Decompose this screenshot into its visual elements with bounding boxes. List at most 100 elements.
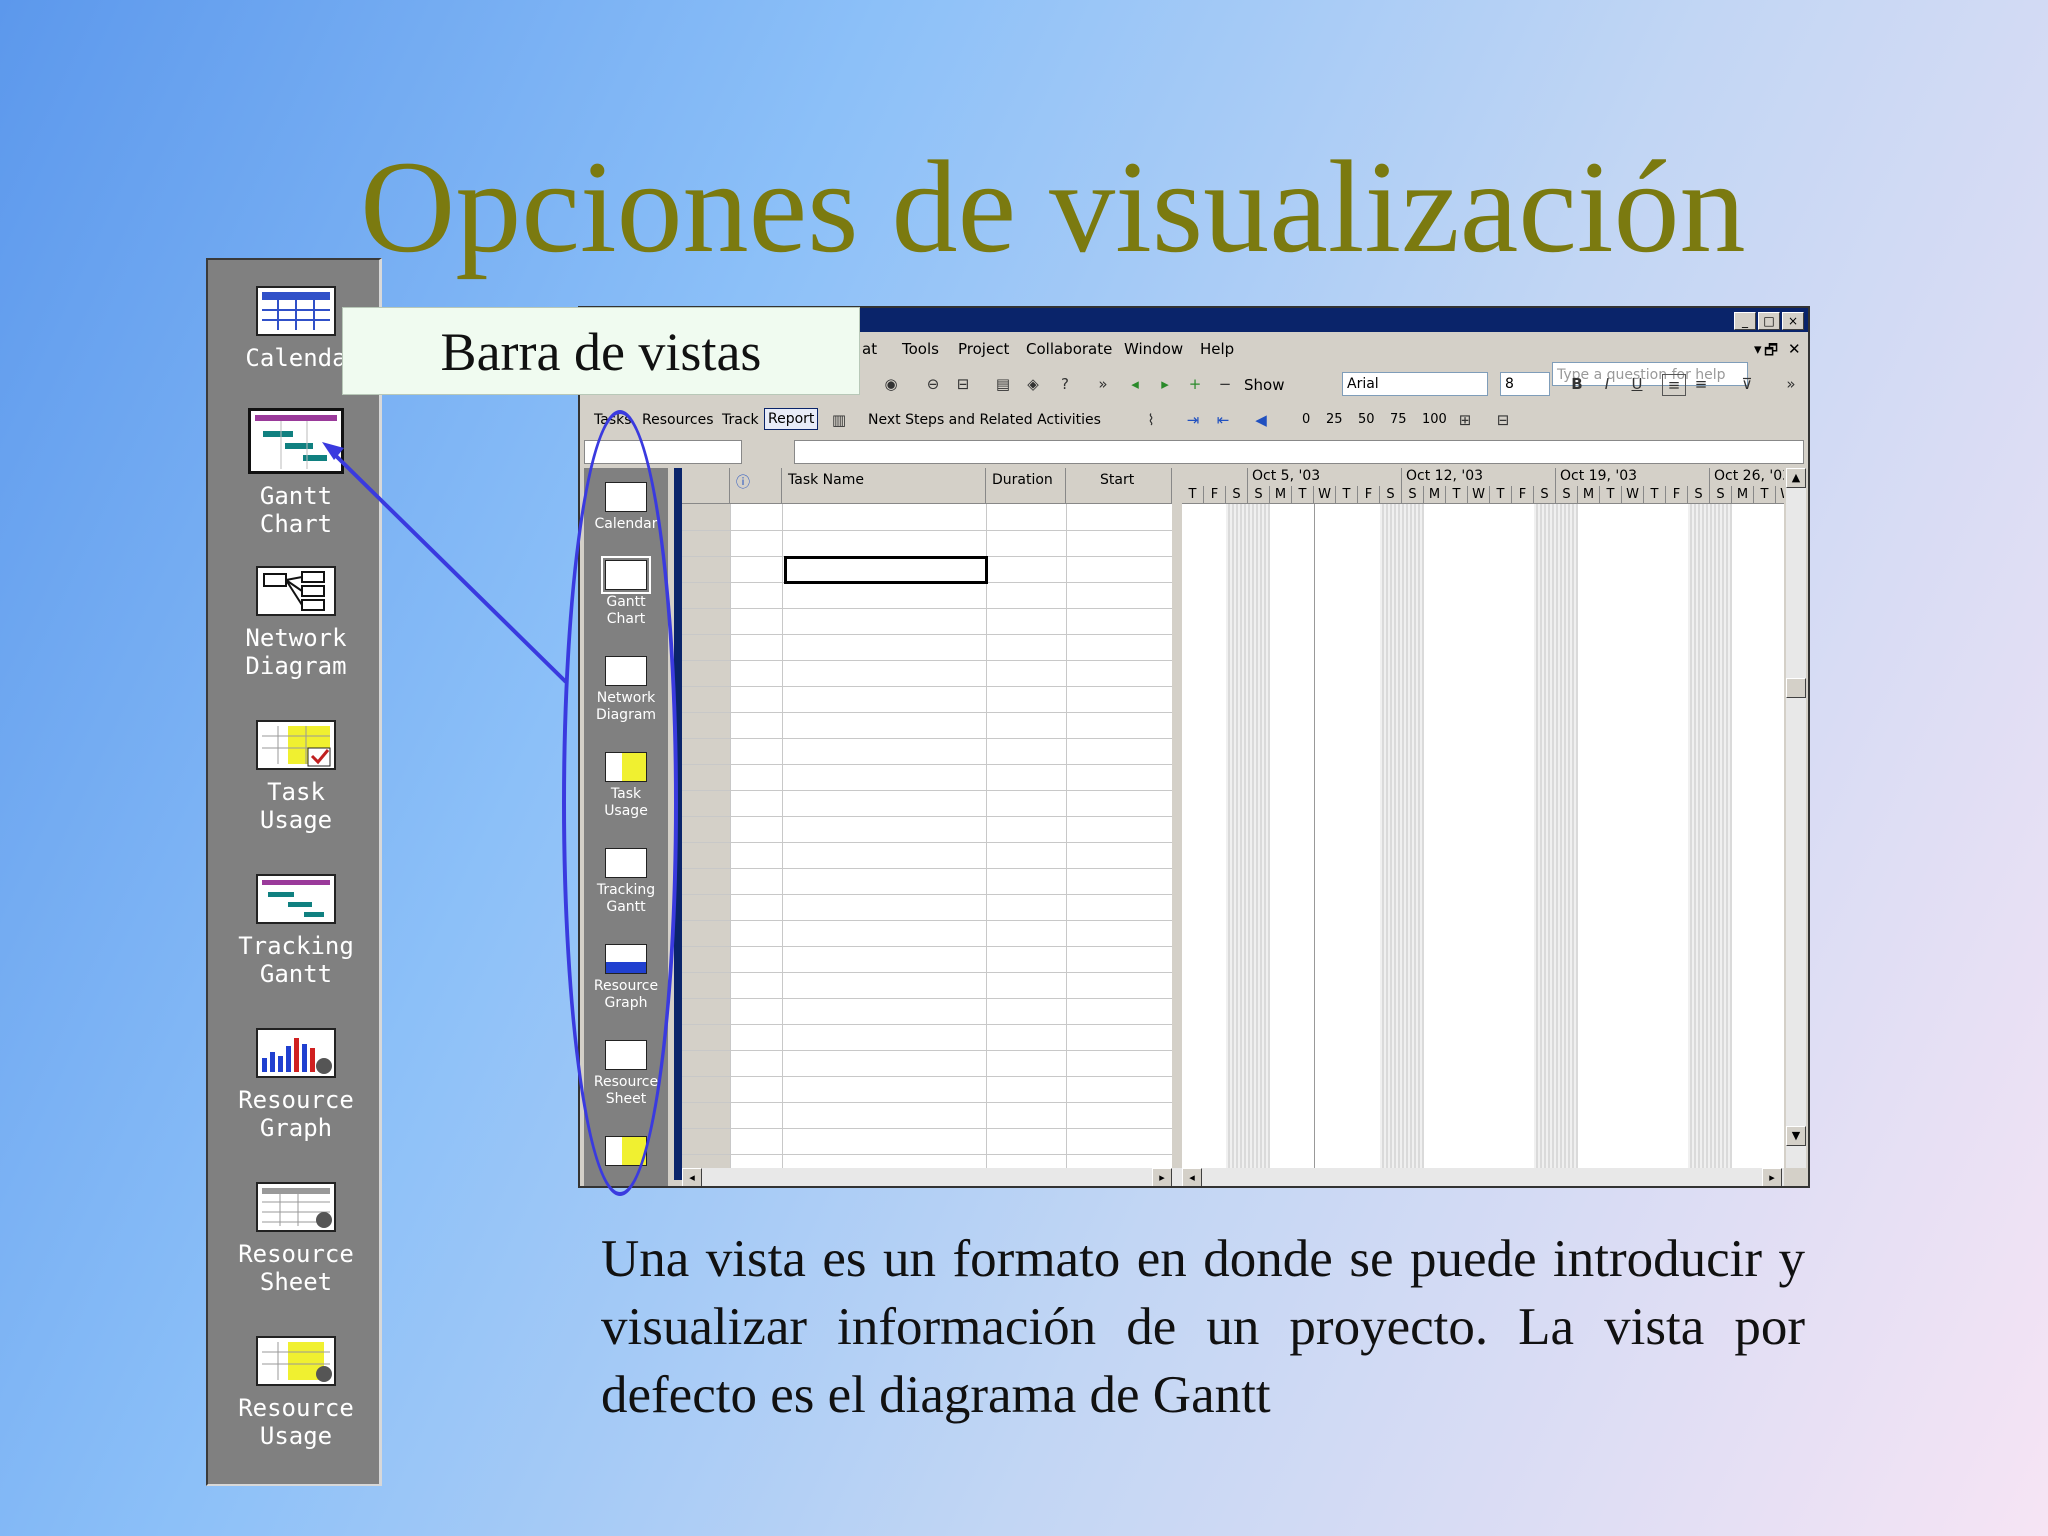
day-scale: TFSSMTWTFSSMTWTFSSMTWTFSSMTW xyxy=(1182,486,1784,504)
pct-100-button[interactable]: 100 xyxy=(1422,412,1447,427)
next-steps-dropdown[interactable]: Next Steps and Related Activities xyxy=(868,412,1101,428)
day-cell: T xyxy=(1182,486,1204,504)
entry-input[interactable] xyxy=(794,440,1804,464)
minimize-button[interactable]: _ xyxy=(1734,312,1756,330)
info-icon: ⓘ xyxy=(730,468,782,504)
task-bar-icon[interactable]: ⇥ xyxy=(1182,410,1204,430)
unlink-icon[interactable]: ⊟ xyxy=(952,374,974,394)
resource-usage-icon xyxy=(256,1336,336,1386)
show-dropdown[interactable]: Show xyxy=(1244,376,1284,394)
task-info-icon[interactable]: ▤ xyxy=(992,374,1014,394)
day-cell: F xyxy=(1204,486,1226,504)
scroll-down-button[interactable]: ▼ xyxy=(1786,1126,1806,1146)
menu-tools[interactable]: Tools xyxy=(902,340,939,358)
sheet-scroll-left[interactable]: ◂ xyxy=(682,1168,702,1186)
day-cell: W xyxy=(1776,486,1784,504)
globe-icon[interactable]: ◉ xyxy=(880,374,902,394)
notes-icon[interactable]: ◈ xyxy=(1022,374,1044,394)
task-bar-icon-2[interactable]: ⇤ xyxy=(1212,410,1234,430)
more-icon[interactable]: » xyxy=(1092,374,1114,394)
sheet-scroll-right[interactable]: ▸ xyxy=(1152,1168,1172,1186)
day-cell: W xyxy=(1314,486,1336,504)
assign-icon[interactable]: ⊟ xyxy=(1492,410,1514,430)
dropdown-arrow-icon[interactable]: ▾ xyxy=(1754,340,1762,358)
week-oct-12: Oct 12, '03 xyxy=(1402,468,1556,486)
pct-25-button[interactable]: 25 xyxy=(1326,412,1343,427)
view-network-diagram[interactable]: Network Diagram xyxy=(208,566,379,680)
col-start[interactable]: Start xyxy=(1066,468,1172,504)
week-oct-26: Oct 26, '03 xyxy=(1710,468,1784,486)
pct-50-button[interactable]: 50 xyxy=(1358,412,1375,427)
maximize-button[interactable]: □ xyxy=(1758,312,1780,330)
day-cell: S xyxy=(1226,486,1248,504)
more-icon-2[interactable]: » xyxy=(1780,374,1802,394)
menu-window[interactable]: Window xyxy=(1124,340,1183,358)
day-cell: M xyxy=(1270,486,1292,504)
restore-icon[interactable]: 🗗 xyxy=(1764,340,1778,365)
guide-track-button[interactable]: Track xyxy=(722,412,759,428)
scroll-thumb[interactable] xyxy=(1786,678,1806,698)
progress-line-icon[interactable]: ⌇ xyxy=(1140,410,1162,430)
menu-collaborate[interactable]: Collaborate xyxy=(1026,340,1112,358)
slide-body-text: Una vista es un formato en donde se pued… xyxy=(601,1230,1805,1424)
hide-subtasks-icon[interactable]: − xyxy=(1214,374,1236,394)
guide-resources-button[interactable]: Resources xyxy=(642,412,714,428)
italic-button[interactable]: I xyxy=(1596,374,1618,394)
view-tracking-gantt[interactable]: Tracking Gantt xyxy=(208,874,379,988)
day-cell: S xyxy=(1556,486,1578,504)
underline-button[interactable]: U xyxy=(1626,374,1648,394)
speaker-icon[interactable]: ◀ xyxy=(1250,410,1272,430)
guide-pane-icon[interactable]: ▥ xyxy=(828,410,850,430)
view-gantt-chart[interactable]: Gantt Chart xyxy=(208,408,379,538)
day-cell: S xyxy=(1534,486,1556,504)
resource-graph-icon xyxy=(256,1028,336,1078)
view-resource-graph[interactable]: Resource Graph xyxy=(208,1028,379,1142)
project-guide-toolbar: Tasks Resources Track Report ▥ Next Step… xyxy=(580,404,1808,436)
gantt-scroll-left[interactable]: ◂ xyxy=(1182,1168,1202,1186)
update-icon[interactable]: ⊞ xyxy=(1454,410,1476,430)
outdent-icon[interactable]: ◂ xyxy=(1124,374,1146,394)
row-headers xyxy=(682,504,730,1168)
menu-project[interactable]: Project xyxy=(958,340,1009,358)
view-resource-usage[interactable]: Resource Usage xyxy=(208,1336,379,1450)
pct-0-button[interactable]: 0 xyxy=(1302,412,1310,427)
show-subtasks-icon[interactable]: + xyxy=(1184,374,1206,394)
views-bar-callout: Barra de vistas xyxy=(342,307,860,395)
day-cell: T xyxy=(1644,486,1666,504)
close-button[interactable]: × xyxy=(1782,312,1804,330)
guide-report-button[interactable]: Report xyxy=(764,408,819,430)
day-cell: T xyxy=(1446,486,1468,504)
align-center-icon[interactable]: ≡ xyxy=(1690,374,1712,394)
indent-icon[interactable]: ▸ xyxy=(1154,374,1176,394)
task-sheet[interactable]: ⓘ Task Name Duration Start xyxy=(682,468,1172,1168)
align-left-icon[interactable]: ≡ xyxy=(1662,374,1686,396)
horizontal-scrollbar[interactable]: ◂ ▸ ◂ ▸ xyxy=(682,1168,1784,1186)
day-cell: W xyxy=(1468,486,1490,504)
pct-75-button[interactable]: 75 xyxy=(1390,412,1407,427)
view-resource-sheet[interactable]: Resource Sheet xyxy=(208,1182,379,1296)
menu-help[interactable]: Help xyxy=(1200,340,1234,358)
view-task-usage[interactable]: Task Usage xyxy=(208,720,379,834)
day-cell: F xyxy=(1512,486,1534,504)
vertical-scrollbar[interactable]: ▲ ▼ xyxy=(1786,468,1806,1168)
link-icon[interactable]: ⊖ xyxy=(922,374,944,394)
scroll-up-button[interactable]: ▲ xyxy=(1786,468,1806,488)
day-cell: S xyxy=(1688,486,1710,504)
help-icon[interactable]: ? xyxy=(1054,374,1076,394)
filter-icon[interactable]: ⊽ xyxy=(1736,374,1758,394)
menu-format[interactable]: at xyxy=(862,340,877,358)
day-cell: S xyxy=(1248,486,1270,504)
font-size-select[interactable]: 8 xyxy=(1500,372,1550,396)
highlight-ellipse xyxy=(562,410,678,1196)
selected-cell[interactable] xyxy=(784,556,988,584)
gantt-chart-area[interactable]: Oct 5, '03 Oct 12, '03 Oct 19, '03 Oct 2… xyxy=(1182,468,1784,1168)
col-task-name[interactable]: Task Name xyxy=(782,468,986,504)
bold-button[interactable]: B xyxy=(1566,374,1588,394)
col-duration[interactable]: Duration xyxy=(986,468,1066,504)
gantt-scroll-right[interactable]: ▸ xyxy=(1762,1168,1782,1186)
day-cell: M xyxy=(1424,486,1446,504)
slide-title: Opciones de visualización xyxy=(360,133,1746,280)
close-doc-icon[interactable]: ✕ xyxy=(1788,340,1801,358)
font-select[interactable]: Arial xyxy=(1342,372,1488,396)
row-header-corner xyxy=(682,468,730,504)
